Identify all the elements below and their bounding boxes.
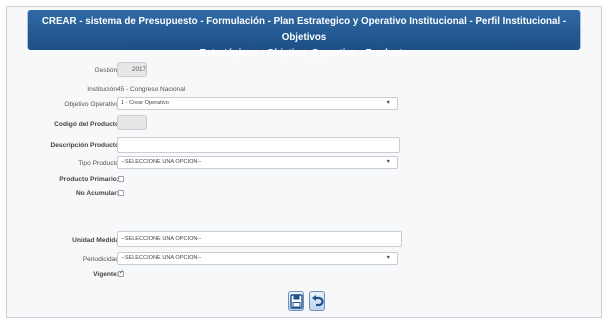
objetivo-operativo-select[interactable]: 1 - Crear Operativo ▼ [117,97,398,110]
codigo-producto-field [117,115,147,130]
objetivo-operativo-value: 1 - Crear Operativo [121,100,169,106]
unidad-medida-input[interactable]: --SELECCIONE UNA OPCION-- [117,231,402,247]
back-button[interactable] [309,291,325,311]
page-header: CREAR - sistema de Presupuesto - Formula… [27,10,581,59]
header-title-line1: CREAR - sistema de Presupuesto - Formula… [41,16,567,43]
header-title-line2: Estratégicos - Objetivo_Operativo - Prod… [199,48,409,59]
gestion-field: 2017 [117,62,147,77]
no-acumular-checkbox[interactable] [118,190,124,196]
producto-primario-checkbox[interactable] [118,176,124,182]
unidad-medida-label: Unidad Medida [72,237,119,244]
chevron-down-icon: ▼ [385,159,391,165]
vigente-checkbox[interactable] [118,269,124,277]
no-acumular-label: No Acumular: [76,190,119,197]
save-button[interactable] [288,291,304,311]
objetivo-operativo-label: Objetivo Operativo [64,101,119,108]
descripcion-producto-input[interactable] [117,137,400,153]
periodicidad-value: --SELECCIONE UNA OPCION-- [121,255,202,261]
undo-icon [312,295,324,307]
descripcion-producto-label: Descripción Producto [50,142,119,149]
vigente-label: Vigente: [93,271,119,278]
institucion-value: 45 - Congreso Nacional [117,86,186,93]
periodicidad-label: Periodicidad [82,256,119,263]
periodicidad-select[interactable]: --SELECCIONE UNA OPCION-- ▼ [117,252,398,265]
chevron-down-icon: ▼ [385,100,391,106]
institucion-label: Institución [87,86,117,93]
tipo-producto-label: Tipo Producto [78,160,119,167]
chevron-down-icon: ▼ [385,255,391,261]
producto-primario-label: Producto Primario: [59,176,119,183]
codigo-producto-label: Codigó del Producto [54,121,119,128]
tipo-producto-value: --SELECCIONE UNA OPCION-- [121,159,202,165]
save-icon [290,294,303,309]
gestion-label: Gestión: [94,67,119,74]
tipo-producto-select[interactable]: --SELECCIONE UNA OPCION-- ▼ [117,156,398,169]
